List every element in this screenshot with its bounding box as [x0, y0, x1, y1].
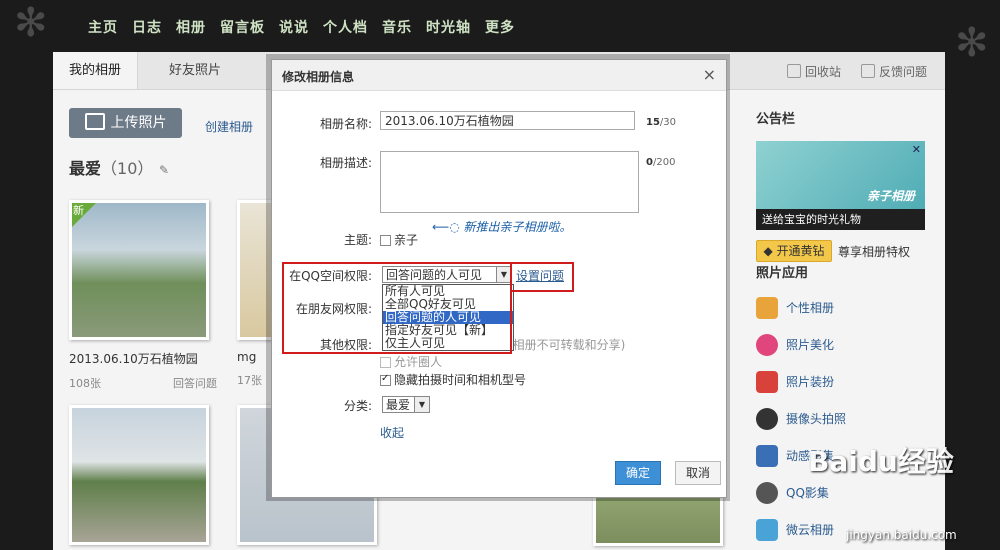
cloud-icon [756, 518, 778, 541]
beautify-icon [756, 333, 778, 356]
app-photo-beautify[interactable]: 照片美化 [756, 326, 936, 363]
favorites-heading: 最爱（10） ✎ [69, 155, 169, 179]
album-name-input[interactable]: 2013.06.10万石植物园 [380, 111, 635, 130]
decorate-icon [756, 370, 778, 393]
app-label: 微云相册 [786, 523, 835, 537]
dandelion-decoration-right: ✻ [955, 20, 989, 66]
category-label: 分类: [343, 399, 372, 413]
nav-profile[interactable]: 个人档 [323, 17, 368, 37]
album-access-status: 回答问题 [173, 377, 217, 390]
hide-camera-info-option[interactable]: 隐藏拍摄时间和相机型号 [380, 371, 526, 388]
theme-option-label: 亲子 [394, 233, 419, 247]
app-photo-decorate[interactable]: 照片装扮 [756, 363, 936, 400]
app-label: QQ影集 [786, 486, 829, 500]
theme-label: 主题: [343, 233, 372, 247]
allow-tag-people-option[interactable]: 允许圈人 [380, 353, 442, 370]
category-select[interactable]: 最爱 ▼ [382, 396, 430, 413]
album-desc-textarea[interactable] [380, 151, 639, 213]
create-album-link[interactable]: 创建相册 [205, 118, 253, 135]
album-cover[interactable] [69, 405, 209, 545]
app-label: 个性相册 [786, 301, 835, 315]
app-label: 照片装扮 [786, 375, 835, 389]
nav-blog[interactable]: 日志 [132, 17, 162, 37]
nav-album[interactable]: 相册 [176, 17, 206, 37]
arrow-icon: ⟵◌ [432, 220, 460, 234]
diamond-icon: ◆ [763, 244, 773, 258]
right-sidebar: 公告栏 ✕ 亲子相册 送给宝宝的时光礼物 ◆ 开通黄钻 尊享相册特权 照片应用 … [756, 108, 936, 548]
album-card[interactable] [69, 405, 209, 545]
nav-timeline[interactable]: 时光轴 [426, 17, 471, 37]
name-char-counter: 15/30 [646, 117, 677, 128]
dandelion-decoration-left: ✻ [14, 0, 48, 46]
chevron-down-icon[interactable]: ▼ [414, 397, 429, 412]
cancel-button[interactable]: 取消 [675, 461, 721, 485]
qq-movie-icon [756, 481, 778, 504]
nav-home[interactable]: 主页 [88, 17, 118, 37]
trash-icon [786, 64, 801, 78]
upload-label: 上传照片 [110, 115, 167, 131]
checkbox[interactable] [380, 357, 391, 368]
dialog-header: 修改相册信息 × [272, 60, 726, 91]
tab-friend-photos[interactable]: 好友照片 [153, 52, 237, 89]
other-permission-hint: (相册不可转载和分享) [508, 338, 626, 352]
nav-shuoshuo[interactable]: 说说 [279, 17, 309, 37]
collapse-link[interactable]: 收起 [380, 424, 404, 441]
feedback-link[interactable]: 反馈问题 [860, 63, 927, 80]
app-webcam[interactable]: 摄像头拍照 [756, 400, 936, 437]
nav-music[interactable]: 音乐 [382, 17, 412, 37]
pencil-icon[interactable]: ✎ [159, 163, 169, 177]
upload-photo-button[interactable]: 上传照片 [69, 108, 182, 138]
tab-my-albums[interactable]: 我的相册 [53, 52, 139, 89]
checkbox[interactable] [380, 373, 391, 386]
favorites-count: （10） [101, 159, 154, 178]
banner-caption: 送给宝宝的时光礼物 [756, 209, 925, 230]
close-icon[interactable]: × [703, 65, 716, 84]
open-yellow-diamond-button[interactable]: ◆ 开通黄钻 [756, 240, 832, 262]
close-icon[interactable]: ✕ [912, 143, 921, 156]
personal-album-icon [756, 296, 778, 319]
album-name[interactable]: 2013.06.10万石植物园 [69, 350, 209, 367]
album-name-label: 相册名称: [319, 117, 372, 131]
feedback-icon [860, 64, 875, 78]
photo-icon [84, 113, 105, 130]
confirm-button[interactable]: 确定 [615, 461, 661, 485]
nav-guestbook[interactable]: 留言板 [220, 17, 265, 37]
vip-privilege-text[interactable]: 尊享相册特权 [838, 243, 910, 260]
recycle-bin-link[interactable]: 回收站 [786, 63, 841, 80]
handwritten-annotation: ⟵◌ 新推出亲子相册啦。 [432, 220, 572, 234]
theme-parenting-checkbox[interactable]: 亲子 [380, 231, 418, 248]
camera-icon [756, 407, 778, 430]
vip-button-label: 开通黄钻 [776, 244, 825, 258]
photo-apps-list: 个性相册 照片美化 照片装扮 摄像头拍照 动感影集 QQ影集 微云相册 [756, 289, 936, 548]
album-photo-count: 108张 [69, 377, 101, 390]
dialog-title: 修改相册信息 [282, 70, 355, 84]
desc-char-counter: 0/200 [646, 157, 676, 168]
top-right-links: 回收站 反馈问题 [786, 63, 927, 80]
edit-album-dialog: 修改相册信息 × 相册名称: 2013.06.10万石植物园 15/30 相册描… [271, 59, 727, 498]
new-badge: 新 [72, 203, 99, 230]
app-label: 照片美化 [786, 338, 835, 352]
parenting-album-banner[interactable]: ✕ 亲子相册 送给宝宝的时光礼物 [756, 141, 925, 230]
album-card[interactable]: 新 2013.06.10万石植物园 108张 回答问题 [69, 200, 217, 391]
watermark-url: jingyan.baidu.com [846, 528, 957, 542]
banner-logo: 亲子相册 [866, 189, 915, 203]
favorites-title: 最爱 [69, 159, 102, 178]
notice-title: 公告栏 [756, 112, 796, 127]
film-icon [756, 444, 778, 467]
nav-more[interactable]: 更多 [485, 17, 515, 37]
photo-apps-title: 照片应用 [756, 266, 809, 281]
feedback-label: 反馈问题 [878, 65, 927, 79]
app-label: 摄像头拍照 [786, 412, 847, 426]
checkbox[interactable] [380, 235, 391, 246]
highlight-set-question-box [510, 262, 574, 292]
highlight-permission-box [282, 262, 512, 354]
top-navigation: 主页 日志 相册 留言板 说说 个人档 音乐 时光轴 更多 [88, 17, 515, 37]
album-desc-label: 相册描述: [319, 156, 372, 170]
album-photo-count: 17张 [237, 374, 262, 387]
recycle-bin-label: 回收站 [804, 65, 841, 79]
app-personal-album[interactable]: 个性相册 [756, 289, 936, 326]
baidu-jingyan-watermark: Baidu经验 [808, 445, 954, 478]
album-cover[interactable]: 新 [69, 200, 209, 340]
